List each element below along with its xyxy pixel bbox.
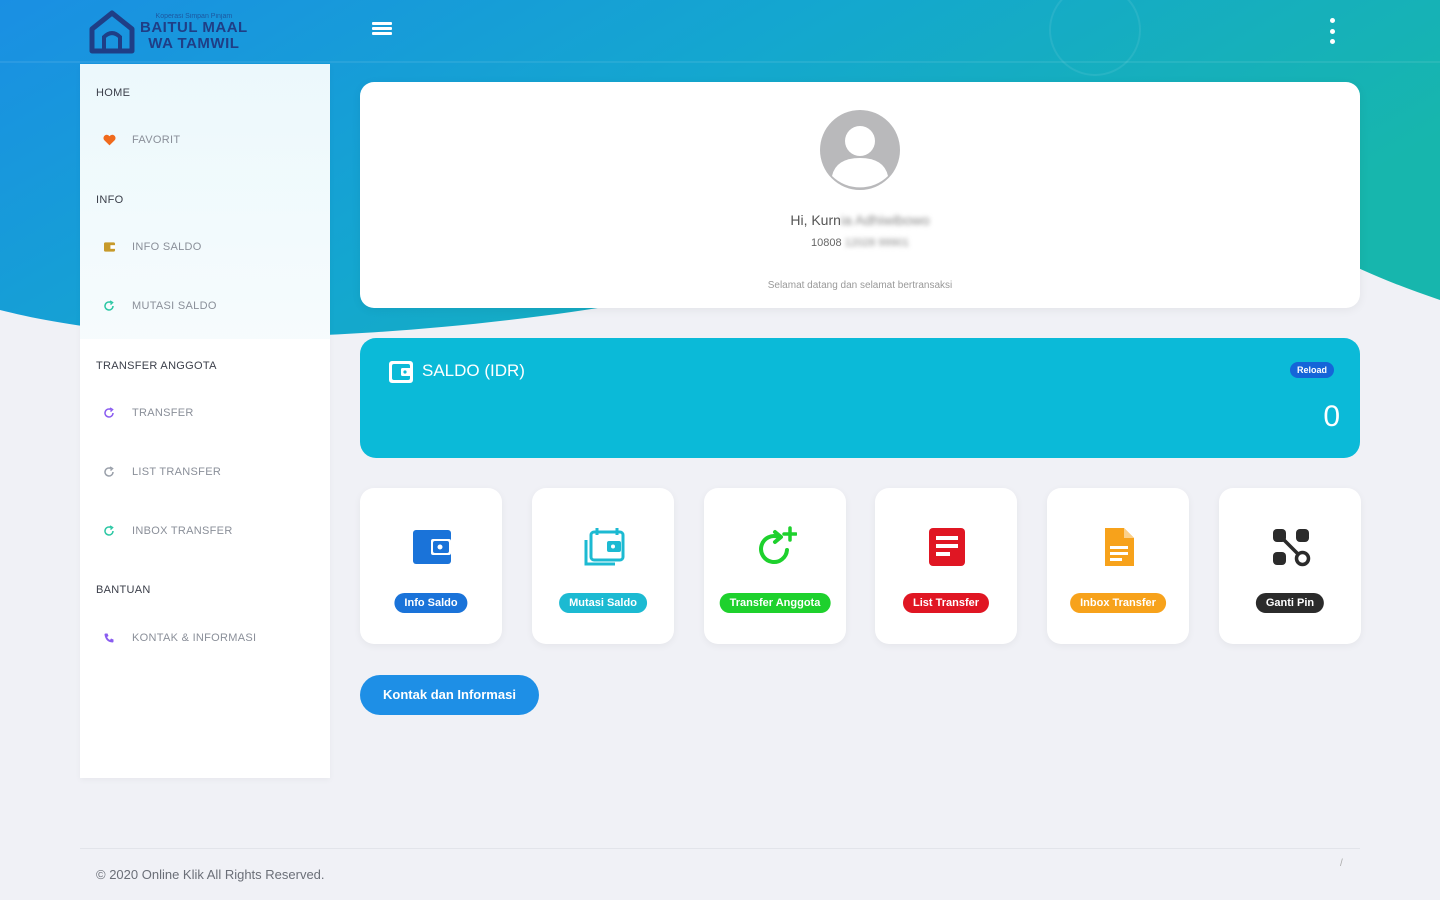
key-network-icon (1273, 529, 1311, 567)
wallet-icon (413, 530, 451, 564)
sidebar-section-bantuan: BANTUAN (96, 584, 151, 596)
contact-info-button[interactable]: Kontak dan Informasi (360, 675, 539, 715)
wallet-icon (102, 240, 116, 254)
sidebar-item-label: KONTAK & INFORMASI (132, 632, 257, 644)
sidebar-item-label: INBOX TRANSFER (132, 525, 233, 537)
sidebar-item-mutasi-saldo[interactable]: MUTASI SALDO (102, 296, 217, 316)
tile-transfer-anggota[interactable]: Transfer Anggota (704, 488, 846, 644)
refresh-icon (102, 406, 116, 420)
sidebar-item-kontak-informasi[interactable]: KONTAK & INFORMASI (102, 628, 256, 648)
sidebar-item-info-saldo[interactable]: INFO SALDO (102, 237, 202, 257)
refresh-icon (102, 299, 116, 313)
tile-label: Transfer Anggota (719, 593, 831, 613)
tile-info-saldo[interactable]: Info Saldo (360, 488, 502, 644)
tile-label: List Transfer (902, 593, 990, 613)
heart-icon (102, 133, 116, 147)
hamburger-icon[interactable] (372, 20, 392, 40)
footer-divider (80, 848, 1360, 849)
phone-icon (102, 631, 116, 645)
sidebar: HOME FAVORIT INFO INFO SALDO MUTASI SALD… (80, 64, 330, 778)
sidebar-section-home: HOME (96, 87, 131, 99)
brand-name-line2: WA TAMWIL (148, 34, 240, 52)
brand-tagline: Koperasi Simpan Pinjam (155, 12, 233, 20)
sidebar-item-transfer[interactable]: TRANSFER (102, 403, 194, 423)
greeting-text: Hi, Kurnia Adhiwibowo (790, 212, 930, 228)
refresh-icon (102, 465, 116, 479)
sidebar-item-favorit[interactable]: FAVORIT (102, 130, 180, 150)
welcome-message: Selamat datang dan selamat bertransaksi (767, 280, 953, 291)
sidebar-section-transfer-anggota: TRANSFER ANGGOTA (96, 360, 217, 372)
tile-label: Info Saldo (394, 593, 468, 613)
sidebar-section-info: INFO (96, 194, 124, 206)
house-logo-icon (89, 10, 135, 54)
sidebar-item-label: FAVORIT (132, 134, 181, 146)
sidebar-item-label: TRANSFER (132, 407, 194, 419)
profile-card: Hi, Kurnia Adhiwibowo 10808 12028 99901 … (360, 82, 1360, 308)
user-name-blurred: ia Adhiwibowo (840, 212, 930, 228)
refresh-plus-icon (759, 526, 797, 564)
tile-inbox-transfer[interactable]: Inbox Transfer (1047, 488, 1189, 644)
footer-copyright: © 2020 Online Klik All Rights Reserved. (96, 867, 325, 882)
sidebar-item-label: MUTASI SALDO (132, 300, 217, 312)
saldo-amount: 0 (1323, 400, 1340, 433)
kebab-icon[interactable] (1326, 18, 1338, 44)
tile-ganti-pin[interactable]: Ganti Pin (1219, 488, 1361, 644)
brand-name-line1: BAITUL MAAL (140, 18, 248, 36)
document-list-icon (929, 528, 965, 566)
tile-label: Ganti Pin (1255, 593, 1325, 613)
tile-mutasi-saldo[interactable]: Mutasi Saldo (532, 488, 674, 644)
document-icon (1105, 528, 1134, 566)
tile-label: Mutasi Saldo (559, 593, 647, 613)
sidebar-item-list-transfer[interactable]: LIST TRANSFER (102, 462, 221, 482)
tile-label: Inbox Transfer (1070, 593, 1166, 613)
reload-button[interactable]: Reload (1290, 362, 1335, 378)
sidebar-item-inbox-transfer[interactable]: INBOX TRANSFER (102, 521, 233, 541)
footer-mark: / (1340, 858, 1343, 869)
sidebar-item-label: LIST TRANSFER (132, 466, 222, 478)
top-bar: Koperasi Simpan Pinjam BAITUL MAAL WA TA… (0, 0, 1440, 62)
account-number-blurred: 12028 99901 (844, 237, 909, 249)
brand-logo[interactable]: Koperasi Simpan Pinjam BAITUL MAAL WA TA… (88, 8, 268, 56)
account-number: 10808 12028 99901 (811, 237, 909, 249)
calendar-wallet-icon (584, 528, 625, 566)
saldo-card: SALDO (IDR) Reload 0 (360, 338, 1360, 458)
avatar (820, 110, 900, 190)
saldo-title: SALDO (IDR) (422, 361, 525, 380)
wallet-icon (389, 361, 413, 383)
sidebar-item-label: INFO SALDO (132, 241, 202, 253)
tile-list-transfer[interactable]: List Transfer (875, 488, 1017, 644)
refresh-icon (102, 524, 116, 538)
